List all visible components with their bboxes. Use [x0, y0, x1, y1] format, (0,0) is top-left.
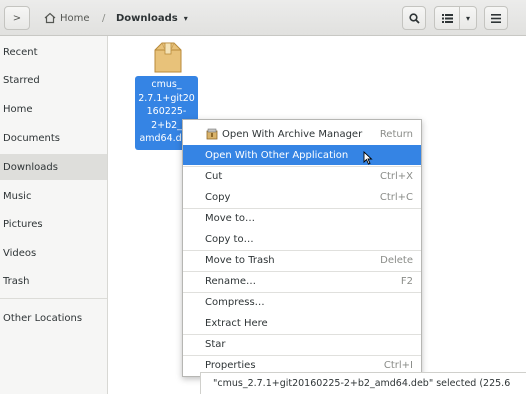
search-icon: [408, 12, 420, 24]
sidebar-item-pictures[interactable]: Pictures: [0, 211, 107, 237]
menu-item-copy-to[interactable]: Copy to…: [183, 229, 421, 249]
sidebar-divider: [0, 298, 107, 299]
menu-item-label: Copy: [205, 191, 231, 203]
view-options-button[interactable]: ▾: [459, 6, 477, 30]
chevron-right-icon: >: [12, 12, 22, 24]
menu-item-label: Copy to…: [205, 233, 254, 245]
menu-item-rename[interactable]: Rename… F2: [183, 271, 421, 291]
sidebar-item-videos[interactable]: Videos: [0, 240, 107, 266]
mouse-pointer-icon: [363, 151, 373, 165]
menu-item-label: Open With Other Application: [205, 149, 349, 161]
menu-item-extract-here[interactable]: Extract Here: [183, 313, 421, 333]
hamburger-menu-icon: [491, 13, 501, 23]
menu-item-label: Cut: [205, 170, 223, 182]
menu-item-label: Move to…: [205, 212, 256, 224]
sidebar: Recent Starred Home Documents Downloads …: [0, 36, 108, 394]
menu-item-accelerator: Ctrl+X: [379, 170, 413, 182]
menu-item-label: Properties: [205, 359, 256, 371]
menu-item-accelerator: Delete: [380, 254, 413, 266]
menu-item-accelerator: Ctrl+I: [383, 359, 413, 371]
file-name-line: cmus_: [151, 79, 182, 90]
menu-item-cut[interactable]: Cut Ctrl+X: [183, 166, 421, 186]
main-menu-button[interactable]: [484, 6, 508, 30]
menu-item-move-to-trash[interactable]: Move to Trash Delete: [183, 250, 421, 270]
menu-item-compress[interactable]: Compress…: [183, 292, 421, 312]
menu-item-label: Extract Here: [205, 317, 268, 329]
menu-item-label: Move to Trash: [205, 254, 275, 266]
package-icon[interactable]: [152, 40, 184, 74]
menu-item-label: Rename…: [205, 275, 257, 287]
menu-item-copy[interactable]: Copy Ctrl+C: [183, 187, 421, 207]
home-icon: [44, 12, 56, 24]
sidebar-item-documents[interactable]: Documents: [0, 125, 107, 151]
back-button[interactable]: >: [4, 6, 30, 30]
breadcrumb-separator: /: [102, 12, 106, 24]
menu-item-move-to[interactable]: Move to…: [183, 208, 421, 228]
archive-manager-icon: [206, 128, 218, 140]
sidebar-item-home[interactable]: Home: [0, 96, 107, 122]
search-button[interactable]: [402, 6, 426, 30]
sidebar-item-recent[interactable]: Recent: [0, 39, 107, 65]
status-text: "cmus_2.7.1+git20160225-2+b2_amd64.deb" …: [213, 378, 511, 389]
menu-item-accelerator: Ctrl+C: [379, 191, 413, 203]
sidebar-item-trash[interactable]: Trash: [0, 268, 107, 294]
sidebar-item-starred[interactable]: Starred: [0, 67, 107, 93]
breadcrumb-home[interactable]: Home: [44, 8, 90, 28]
file-name-line: 160225-: [146, 106, 187, 117]
breadcrumb-home-label: Home: [60, 12, 90, 24]
chevron-down-icon: ▾: [183, 13, 188, 23]
menu-item-accelerator: F2: [400, 275, 413, 287]
menu-item-open-with-other-application[interactable]: Open With Other Application: [183, 145, 421, 165]
menu-item-label: Open With Archive Manager: [222, 128, 363, 140]
header-bar: > Home / Downloads ▾ ▾: [0, 0, 526, 36]
menu-item-star[interactable]: Star: [183, 334, 421, 354]
breadcrumb-current-label: Downloads: [116, 12, 178, 24]
menu-item-accelerator: Return: [379, 128, 413, 140]
status-bar: "cmus_2.7.1+git20160225-2+b2_amd64.deb" …: [200, 372, 526, 394]
list-view-icon: [441, 13, 453, 23]
view-toggle-button[interactable]: [434, 6, 460, 30]
menu-item-label: Compress…: [205, 296, 265, 308]
menu-item-label: Star: [205, 338, 226, 350]
file-name-line: 2.7.1+git20: [138, 92, 195, 104]
chevron-down-icon: ▾: [465, 13, 470, 23]
sidebar-item-downloads[interactable]: Downloads: [0, 154, 107, 180]
context-menu: Open With Archive Manager Return Open Wi…: [182, 119, 422, 377]
menu-item-open-with-archive-manager[interactable]: Open With Archive Manager Return: [183, 124, 421, 144]
breadcrumb-current[interactable]: Downloads ▾: [116, 8, 188, 28]
sidebar-item-music[interactable]: Music: [0, 183, 107, 209]
sidebar-item-other-locations[interactable]: Other Locations: [0, 305, 107, 331]
